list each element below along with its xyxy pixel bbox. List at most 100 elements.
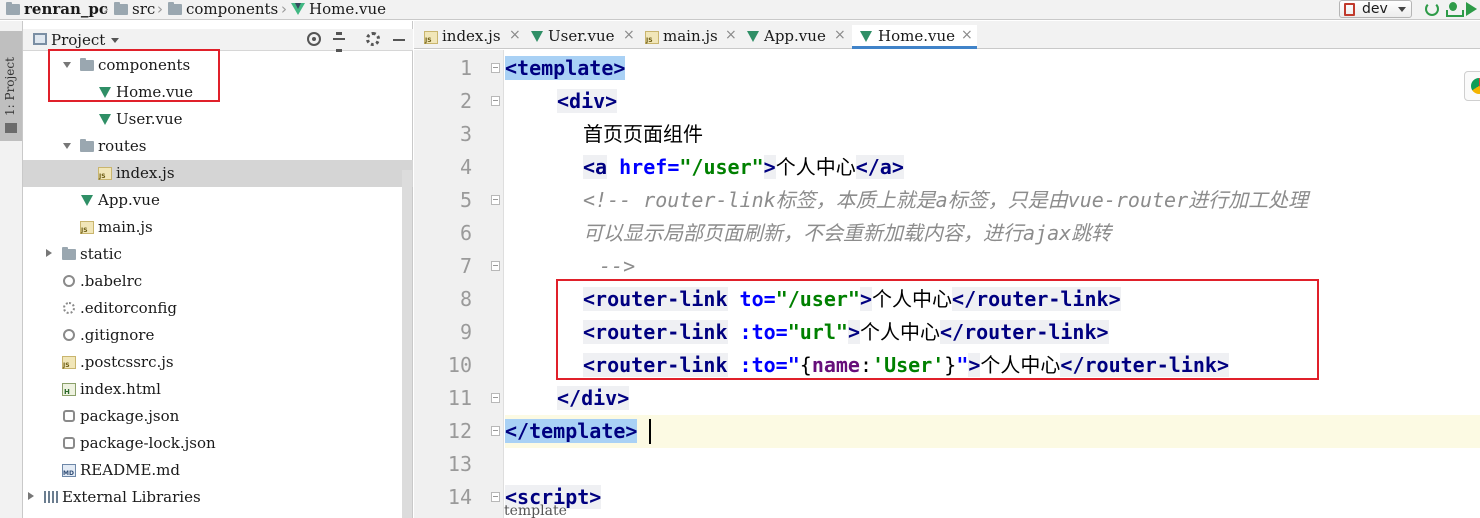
code-tag: <a	[583, 155, 608, 179]
line-number: 1	[459, 56, 472, 80]
tree-item-editorconfig[interactable]: .editorconfig	[23, 295, 413, 322]
folder-icon	[62, 247, 76, 260]
tree-item-label: package-lock.json	[80, 434, 216, 452]
fold-marker-icon[interactable]	[491, 96, 500, 106]
tree-item-postcssrc[interactable]: .postcssrc.js	[23, 349, 413, 376]
code-string: "/user"	[679, 155, 764, 179]
line-number: 3	[459, 122, 472, 146]
tree-item-static[interactable]: static	[23, 241, 413, 268]
line-number: 4	[459, 155, 472, 179]
close-icon[interactable]: ×	[509, 26, 521, 44]
collapsed-arrow-icon[interactable]	[28, 492, 34, 500]
tree-item-package-lock-json[interactable]: package-lock.json	[23, 430, 413, 457]
chevron-down-icon	[1398, 7, 1406, 12]
tree-item-index-js[interactable]: index.js	[23, 160, 413, 187]
tree-item-user-vue[interactable]: User.vue	[23, 106, 413, 133]
chevron-down-icon[interactable]	[111, 38, 119, 43]
vue-file-icon	[99, 87, 111, 98]
code-tag: >	[847, 320, 860, 344]
code-tag: </router-link>	[1060, 353, 1229, 377]
breadcrumb-file[interactable]: Home.vue	[309, 0, 386, 20]
tree-item-label: Home.vue	[116, 83, 193, 101]
build-icon[interactable]	[1446, 2, 1464, 17]
chrome-icon[interactable]	[1464, 71, 1480, 101]
code-line-8: <router-link to="/user">个人中心</router-lin…	[505, 283, 1480, 316]
expand-arrow-icon[interactable]	[63, 62, 71, 68]
template-open-tag: <template>	[505, 56, 626, 80]
scrollbar[interactable]	[402, 170, 412, 518]
tab-user-vue[interactable]: User.vue ×	[527, 25, 639, 49]
gear-icon[interactable]	[366, 32, 380, 46]
tree-item-routes[interactable]: routes	[23, 133, 413, 160]
code-line-12: </template>	[505, 415, 1480, 448]
fold-marker-icon[interactable]	[491, 195, 500, 205]
code-equals: =	[775, 353, 788, 377]
branch-selector[interactable]: dev	[1339, 0, 1412, 18]
tree-item-home-vue[interactable]: Home.vue	[23, 79, 413, 106]
vue-file-icon	[531, 31, 543, 42]
close-icon[interactable]: ×	[623, 26, 635, 44]
fold-marker-icon[interactable]	[491, 63, 500, 73]
project-tool-tab-label: 1: Project	[3, 57, 17, 116]
tree-item-label: .editorconfig	[80, 299, 177, 317]
line-number: 7	[459, 254, 472, 278]
div-close-tag: </div>	[557, 386, 630, 410]
expand-arrow-icon[interactable]	[63, 143, 71, 149]
collapse-all-icon[interactable]	[332, 32, 346, 52]
tree-item-label: .postcssrc.js	[80, 353, 174, 371]
tree-item-label: User.vue	[116, 110, 183, 128]
tree-item-label: .gitignore	[80, 326, 155, 344]
code-text: 个人中心	[859, 320, 940, 344]
editor-breadcrumb[interactable]: template	[504, 504, 567, 518]
collapsed-arrow-icon[interactable]	[46, 249, 52, 257]
tab-app-vue[interactable]: App.vue ×	[743, 25, 850, 49]
refresh-icon[interactable]	[1425, 2, 1439, 16]
code-comment: 可以显示局部页面刷新，不会重新加载内容，进行ajax跳转	[583, 221, 1112, 245]
tree-item-index-html[interactable]: index.html	[23, 376, 413, 403]
tree-item-gitignore[interactable]: .gitignore	[23, 322, 413, 349]
hide-panel-icon[interactable]	[392, 32, 406, 46]
code-line-4: <a href="/user">个人中心</a>	[505, 151, 1480, 184]
breadcrumb-components[interactable]: components	[186, 0, 278, 20]
breadcrumb-separator: ›	[103, 0, 109, 18]
locate-icon[interactable]	[307, 32, 321, 46]
project-tool-tab[interactable]: 1: Project	[0, 31, 22, 141]
tab-index-js[interactable]: index.js ×	[420, 25, 525, 49]
close-icon[interactable]: ×	[834, 26, 846, 44]
js-file-icon	[645, 31, 659, 44]
breadcrumb-project[interactable]: renran_pc	[24, 0, 108, 20]
line-number: 12	[447, 419, 472, 443]
tab-main-js[interactable]: main.js ×	[641, 25, 741, 49]
run-icon[interactable]	[1466, 2, 1477, 16]
tree-item-components[interactable]: components	[23, 52, 413, 79]
tab-home-vue[interactable]: Home.vue ×	[852, 25, 977, 49]
tree-item-label: main.js	[98, 218, 153, 236]
project-panel: Project components Home.vue User.vue rou…	[23, 21, 413, 518]
code-area[interactable]: <template> <div> 首页页面组件 <a href="/user">…	[505, 50, 1480, 518]
tab-label: User.vue	[548, 27, 615, 45]
breadcrumb-src[interactable]: src	[132, 0, 155, 20]
tree-item-babelrc[interactable]: .babelrc	[23, 268, 413, 295]
close-icon[interactable]: ×	[725, 26, 737, 44]
code-tag: <router-link	[583, 353, 728, 377]
fold-marker-icon[interactable]	[491, 426, 500, 436]
code-colon: :	[859, 353, 873, 377]
project-view-selector[interactable]: Project	[51, 30, 105, 50]
tree-item-readme[interactable]: README.md	[23, 457, 413, 484]
tree-item-external-libraries[interactable]: External Libraries	[23, 484, 413, 511]
tree-item-main-js[interactable]: main.js	[23, 214, 413, 241]
fold-marker-icon[interactable]	[491, 261, 500, 271]
tree-item-package-json[interactable]: package.json	[23, 403, 413, 430]
fold-marker-icon[interactable]	[491, 393, 500, 403]
close-icon[interactable]: ×	[961, 26, 973, 44]
branch-icon	[1344, 3, 1355, 16]
json-file-icon	[63, 437, 75, 449]
tree-item-app-vue[interactable]: App.vue	[23, 187, 413, 214]
code-tag: </router-link>	[952, 287, 1121, 311]
code-equals: =	[775, 320, 788, 344]
fold-marker-icon[interactable]	[491, 492, 500, 502]
vue-file-icon	[860, 31, 872, 42]
line-number: 8	[459, 287, 472, 311]
code-quote: "	[787, 353, 800, 377]
line-number: 13	[447, 452, 472, 476]
